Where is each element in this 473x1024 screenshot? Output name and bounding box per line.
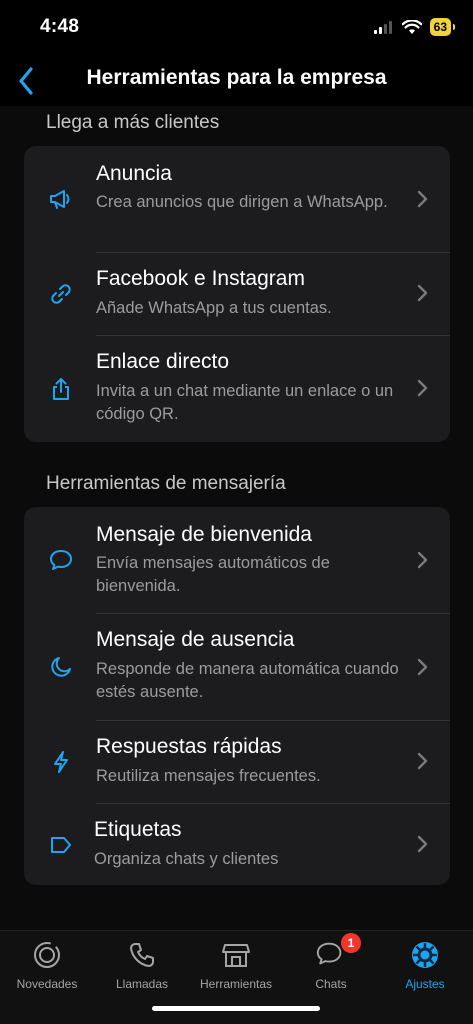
chevron-right-icon	[417, 190, 428, 208]
row-mensaje-ausencia[interactable]: Mensaje de ausencia Responde de manera a…	[24, 614, 450, 720]
unread-badge: 1	[341, 933, 361, 953]
share-icon	[48, 376, 74, 402]
chevron-right-icon	[417, 379, 428, 397]
wifi-icon	[401, 19, 422, 34]
section-header-reach: Llega a más clientes	[46, 112, 220, 133]
chats-icon: 1	[315, 933, 361, 971]
chevron-right-icon	[417, 551, 428, 569]
row-subtitle: Organiza chats y clientes	[94, 850, 279, 868]
messaging-card: Mensaje de bienvenida Envía mensajes aut…	[24, 507, 450, 885]
settings-gear-icon	[409, 939, 441, 971]
row-anuncia[interactable]: Anuncia Crea anuncios que dirigen a What…	[24, 146, 450, 252]
row-title: Facebook e Instagram	[96, 267, 305, 290]
tab-label: Llamadas	[115, 977, 169, 991]
battery-indicator: 63	[429, 18, 456, 36]
tab-novedades[interactable]: Novedades	[0, 939, 94, 999]
status-icons: 63	[373, 18, 456, 36]
tab-label: Herramientas	[199, 977, 273, 991]
chat-bubble-icon	[48, 547, 74, 573]
row-subtitle: Reutiliza mensajes frecuentes.	[96, 767, 321, 785]
row-respuestas-rapidas[interactable]: Respuestas rápidas Reutiliza mensajes fr…	[24, 721, 450, 803]
row-subtitle: Crea anuncios que dirigen a WhatsApp.	[96, 193, 388, 211]
store-icon	[220, 939, 252, 971]
chevron-right-icon	[417, 752, 428, 770]
row-facebook-instagram[interactable]: Facebook e Instagram Añade WhatsApp a tu…	[24, 253, 450, 335]
status-bar: 4:48 63	[0, 0, 473, 56]
tab-herramientas[interactable]: Herramientas	[189, 939, 283, 999]
link-icon	[48, 281, 74, 307]
tab-llamadas[interactable]: Llamadas	[95, 939, 189, 999]
label-tag-icon	[48, 832, 74, 858]
tab-chats[interactable]: 1 Chats	[284, 933, 378, 999]
megaphone-icon	[48, 186, 74, 212]
row-title: Mensaje de bienvenida	[96, 523, 312, 546]
tab-ajustes[interactable]: Ajustes	[378, 939, 472, 999]
tab-label: Ajustes	[405, 977, 445, 991]
row-title: Mensaje de ausencia	[96, 628, 295, 651]
phone-icon	[126, 939, 158, 971]
chevron-right-icon	[417, 284, 428, 302]
row-subtitle: Invita a un chat mediante un enlace o un…	[96, 382, 394, 423]
tab-label: Chats	[315, 977, 347, 991]
row-subtitle: Envía mensajes automáticos de bienvenida…	[96, 554, 330, 595]
status-time: 4:48	[40, 16, 80, 37]
chevron-right-icon	[417, 835, 428, 853]
updates-icon	[31, 939, 63, 971]
chevron-right-icon	[417, 658, 428, 676]
nav-bar: Herramientas para la empresa	[0, 56, 473, 106]
moon-icon	[48, 654, 74, 680]
row-title: Anuncia	[96, 162, 172, 185]
row-mensaje-bienvenida[interactable]: Mensaje de bienvenida Envía mensajes aut…	[24, 507, 450, 613]
row-subtitle: Responde de manera automática cuando est…	[96, 660, 399, 701]
reach-card: Anuncia Crea anuncios que dirigen a What…	[24, 146, 450, 442]
row-title: Enlace directo	[96, 350, 230, 373]
lightning-icon	[48, 749, 74, 775]
row-title: Etiquetas	[94, 818, 182, 841]
row-enlace-directo[interactable]: Enlace directo Invita a un chat mediante…	[24, 336, 450, 442]
row-subtitle: Añade WhatsApp a tus cuentas.	[96, 299, 332, 317]
row-title: Respuestas rápidas	[96, 735, 282, 758]
page-title: Herramientas para la empresa	[86, 66, 387, 89]
home-indicator[interactable]	[152, 1006, 320, 1011]
settings-content[interactable]: Llega a más clientes Anuncia Crea anunci…	[0, 106, 473, 930]
section-header-messaging: Herramientas de mensajería	[46, 473, 286, 494]
signal-icon	[373, 21, 392, 34]
row-etiquetas[interactable]: Etiquetas Organiza chats y clientes	[24, 804, 450, 885]
tab-label: Novedades	[16, 977, 78, 991]
